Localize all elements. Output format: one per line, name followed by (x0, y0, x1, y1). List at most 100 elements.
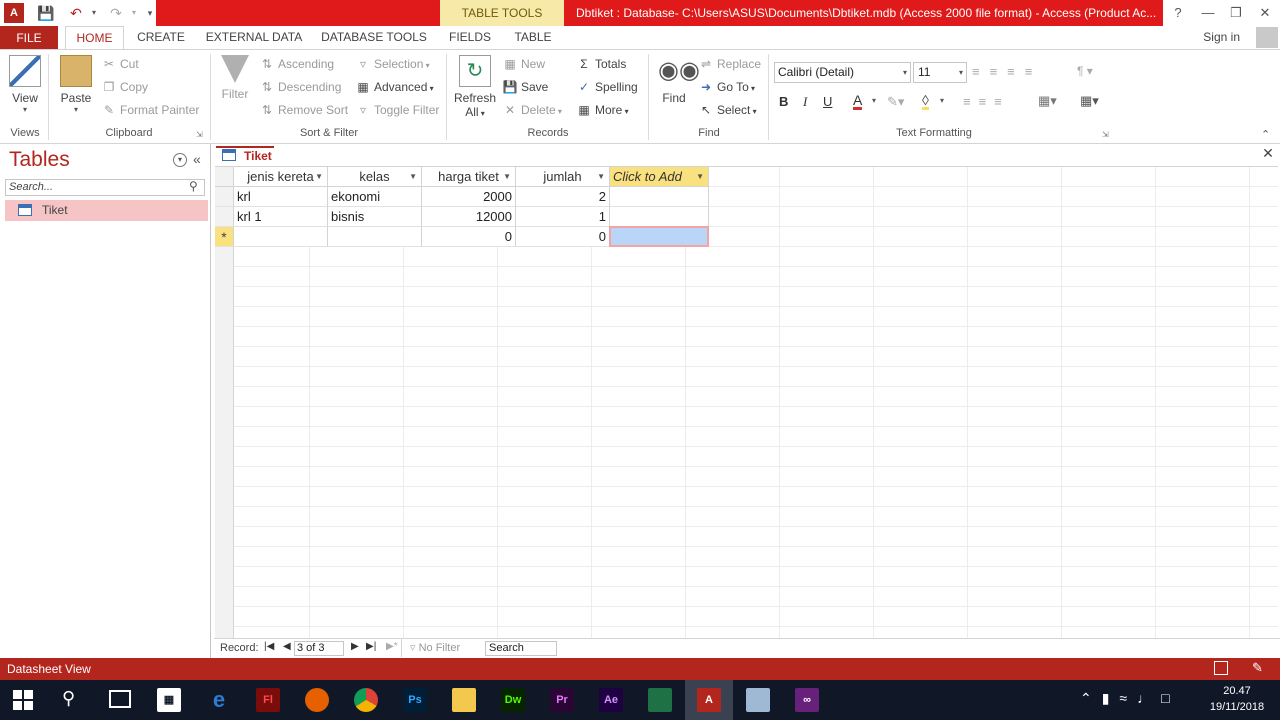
flash-icon[interactable]: Fl (256, 688, 280, 712)
file-explorer-icon[interactable] (452, 688, 476, 712)
table-cell[interactable]: 2 (516, 187, 610, 207)
ribbon-display-icon[interactable]: — (1193, 0, 1223, 26)
edge-icon[interactable]: e (207, 688, 231, 712)
remove-sort-button[interactable]: ⇅ Remove Sort (259, 101, 348, 119)
task-view-icon[interactable] (109, 690, 131, 708)
advanced-button[interactable]: ▦ Advanced ▾ (355, 78, 433, 96)
tab-fields[interactable]: FIELDS (444, 26, 496, 50)
table-cell[interactable] (610, 187, 709, 207)
design-view-status-icon[interactable]: ✎ (1252, 660, 1263, 676)
active-cell[interactable] (609, 226, 709, 247)
goto-button[interactable]: ➜ Go To ▾ (698, 78, 755, 96)
dreamweaver-icon[interactable]: Dw (501, 688, 525, 712)
premiere-icon[interactable]: Pr (550, 688, 574, 712)
click-to-add-header[interactable]: Click to Add ▼ (610, 167, 709, 187)
highlight-icon[interactable]: ✎▾ (887, 94, 904, 110)
collapse-ribbon-icon[interactable]: ⌃ (1261, 128, 1270, 141)
paragraph-direction-icon[interactable]: ¶ ▾ (1077, 64, 1093, 78)
row-selector[interactable] (215, 207, 234, 227)
font-name-select[interactable]: Calibri (Detail) ▾ (774, 62, 911, 83)
record-search-input[interactable]: Search (485, 641, 557, 656)
column-dropdown-icon[interactable]: ▼ (315, 167, 323, 186)
datasheet-view-status-icon[interactable] (1214, 661, 1228, 675)
notepad-icon[interactable] (746, 688, 770, 712)
replace-button[interactable]: ⇌ Replace (698, 55, 761, 73)
windows-start-icon[interactable] (13, 690, 33, 710)
table-cell[interactable]: 2000 (422, 187, 516, 207)
font-size-select[interactable]: 11 ▾ (913, 62, 967, 83)
excel-like-icon[interactable] (648, 688, 672, 712)
filter-button[interactable]: Filter (218, 55, 252, 101)
view-button[interactable]: View ▾ (6, 55, 44, 114)
column-dropdown-icon[interactable]: ▼ (597, 167, 605, 186)
undo-dropdown-icon[interactable]: ▾ (84, 3, 104, 23)
first-record-icon[interactable]: |◀ (264, 641, 274, 652)
select-all-corner[interactable] (215, 167, 234, 187)
selection-button[interactable]: ▿ Selection ▾ (355, 55, 430, 73)
column-dropdown-icon[interactable]: ▼ (503, 167, 511, 186)
tab-database-tools[interactable]: DATABASE TOOLS (318, 26, 430, 50)
chrome-icon[interactable] (354, 688, 378, 712)
new-blank-record-icon[interactable]: ▶* (386, 641, 398, 652)
avatar[interactable] (1256, 27, 1278, 48)
undo-icon[interactable]: ↶ (66, 3, 86, 23)
tab-external-data[interactable]: EXTERNAL DATA (200, 26, 308, 50)
clipboard-launcher-icon[interactable]: ⇲ (196, 130, 203, 139)
table-cell[interactable] (234, 227, 328, 247)
store-icon[interactable]: ▦ (157, 688, 181, 712)
underline-button[interactable]: U (823, 94, 832, 109)
tab-file[interactable]: FILE (0, 26, 58, 50)
text-formatting-launcher-icon[interactable]: ⇲ (1102, 130, 1109, 139)
sign-in-link[interactable]: Sign in (1203, 26, 1240, 50)
new-record-marker[interactable]: * (215, 227, 234, 247)
more-button[interactable]: ▦ More ▾ (576, 101, 628, 119)
search-icon[interactable]: ⚲ (189, 179, 198, 193)
clock[interactable]: 20.47 19/11/2018 (1200, 683, 1274, 715)
current-record-input[interactable]: 3 of 3 (294, 641, 344, 656)
paste-button[interactable]: Paste ▾ (58, 55, 94, 114)
table-cell[interactable]: 0 (516, 227, 610, 247)
tab-table[interactable]: TABLE (506, 26, 560, 50)
previous-record-icon[interactable]: ◀ (283, 641, 291, 652)
copy-button[interactable]: ❐ Copy (101, 78, 148, 96)
format-painter-button[interactable]: ✎ Format Painter (101, 101, 199, 119)
after-effects-icon[interactable]: Ae (599, 688, 623, 712)
fill-dropdown-icon[interactable]: ▾ (940, 96, 944, 105)
nav-item-tiket[interactable]: Tiket (5, 200, 208, 221)
refresh-all-button[interactable]: ↻ Refresh All ▾ (454, 55, 496, 119)
close-icon[interactable]: ✕ (1250, 0, 1280, 26)
column-header[interactable]: jumlah ▼ (516, 167, 610, 187)
spelling-button[interactable]: ✓ Spelling (576, 78, 638, 96)
column-dropdown-icon[interactable]: ▼ (409, 167, 417, 186)
search-taskbar-icon[interactable]: ⚲ (62, 688, 75, 709)
bold-button[interactable]: B (779, 94, 788, 109)
system-tray-icons[interactable]: ⌃▮≈♩□ (1080, 690, 1180, 707)
font-color-dropdown-icon[interactable]: ▾ (872, 96, 876, 105)
column-header[interactable]: jenis kereta ▼ (234, 167, 328, 187)
row-selector[interactable] (215, 187, 234, 207)
save-record-button[interactable]: 💾 Save (502, 78, 549, 96)
descending-button[interactable]: ⇅ Descending (259, 78, 341, 96)
ascending-button[interactable]: ⇅ Ascending (259, 55, 334, 73)
tab-create[interactable]: CREATE (132, 26, 190, 50)
find-button[interactable]: ◉◉ Find (656, 55, 700, 105)
select-button[interactable]: ↖ Select ▾ (698, 101, 757, 119)
tab-home[interactable]: HOME (65, 26, 124, 50)
firefox-icon[interactable] (305, 688, 329, 712)
table-cell[interactable]: krl 1 (234, 207, 328, 227)
nav-search-input[interactable]: Search... (5, 179, 205, 196)
table-cell[interactable] (610, 207, 709, 227)
access-taskbar-icon[interactable]: A (697, 688, 721, 712)
fill-color-icon[interactable]: ◊ (922, 93, 929, 110)
no-filter-button[interactable]: ▿ No Filter (410, 641, 460, 654)
align-icons[interactable]: ≡≡≡ (963, 94, 1010, 109)
redo-icon[interactable]: ↷ (106, 3, 126, 23)
nav-menu-chevron-icon[interactable]: ▾ (173, 153, 187, 167)
visual-studio-icon[interactable]: ∞ (795, 688, 819, 712)
toggle-filter-button[interactable]: ▿ Toggle Filter (355, 101, 439, 119)
table-cell[interactable]: 12000 (422, 207, 516, 227)
next-record-icon[interactable]: ▶ (351, 641, 359, 652)
table-cell[interactable]: ekonomi (328, 187, 422, 207)
cut-button[interactable]: ✂ Cut (101, 55, 139, 73)
table-cell[interactable]: 0 (422, 227, 516, 247)
